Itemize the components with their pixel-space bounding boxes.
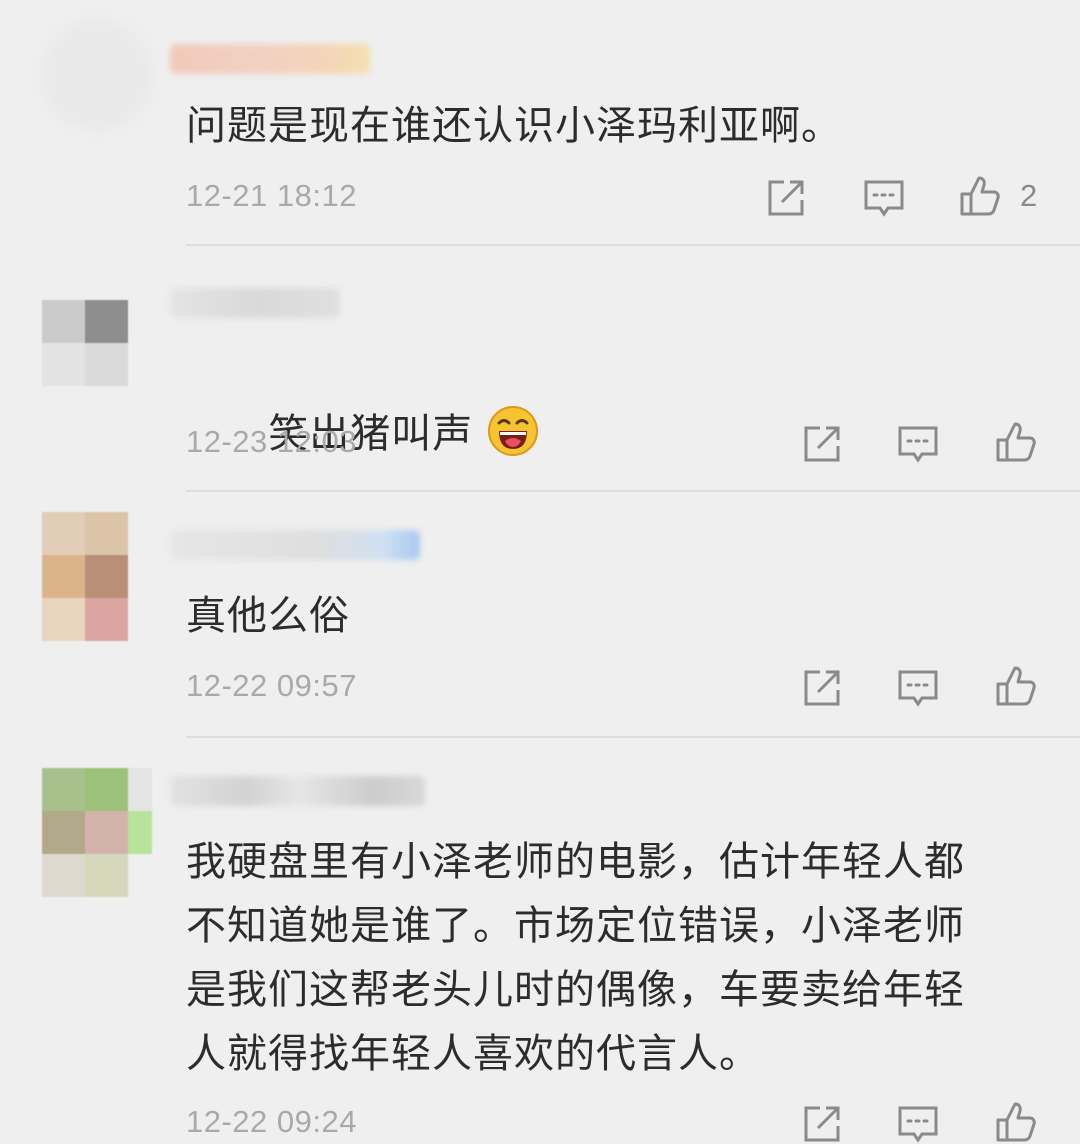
divider xyxy=(186,490,1080,492)
reply-icon[interactable] xyxy=(896,666,940,710)
username-blurred[interactable] xyxy=(170,530,420,560)
comment-time: 12-21 18:12 xyxy=(186,178,357,213)
comment-time: 12-22 09:57 xyxy=(186,668,357,703)
username-blurred[interactable] xyxy=(170,288,340,318)
share-icon[interactable] xyxy=(800,1102,844,1144)
comment-time: 12-23 12:03 xyxy=(186,424,357,459)
divider xyxy=(186,244,1080,246)
username-blurred[interactable] xyxy=(170,776,425,806)
username-blurred[interactable] xyxy=(170,44,370,74)
avatar[interactable] xyxy=(42,512,128,641)
comment-text: 真他么俗 xyxy=(186,593,350,639)
share-icon[interactable] xyxy=(800,666,844,710)
share-icon[interactable] xyxy=(800,422,844,466)
reply-icon[interactable] xyxy=(896,1102,940,1144)
thumbs-up-icon[interactable] xyxy=(994,420,1038,464)
avatar[interactable] xyxy=(42,20,152,130)
avatar[interactable] xyxy=(42,300,128,386)
comment-text: 问题是现在谁还认识小泽玛利亚啊。 xyxy=(186,103,842,149)
comment-list: 问题是现在谁还认识小泽玛利亚啊。 12-21 18:12 2 笑出猪叫声 12-… xyxy=(0,0,1080,1144)
comment-text: 我硬盘里有小泽老师的电影，估计年轻人都 不知道她是谁了。市场定位错误，小泽老师 … xyxy=(186,839,965,1077)
thumbs-up-icon[interactable] xyxy=(994,664,1038,708)
avatar[interactable] xyxy=(42,768,152,897)
like-count: 2 xyxy=(1020,178,1038,213)
laughing-face-emoji xyxy=(487,405,539,457)
thumbs-up-icon[interactable] xyxy=(994,1100,1038,1144)
reply-icon[interactable] xyxy=(896,422,940,466)
thumbs-up-icon[interactable] xyxy=(958,174,1002,218)
divider xyxy=(186,736,1080,738)
comment-time: 12-22 09:24 xyxy=(186,1104,357,1139)
reply-icon[interactable] xyxy=(862,176,906,220)
share-icon[interactable] xyxy=(764,176,808,220)
